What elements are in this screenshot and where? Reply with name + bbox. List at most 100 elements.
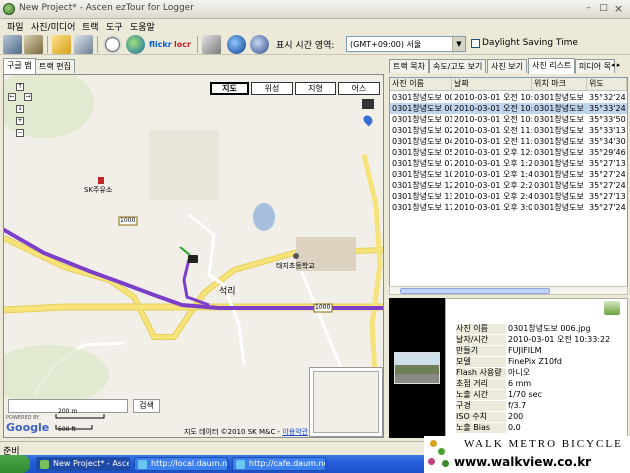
table-row[interactable]: 0301창녕도보 05 2010-03-01 오후 12:2 0301창녕도보 35°…	[390, 147, 627, 158]
chevron-down-icon[interactable]: ▼	[452, 37, 465, 51]
menu-help[interactable]: 도움말	[130, 20, 155, 33]
tab-track-list[interactable]: 트랙 목차	[389, 59, 429, 73]
timezone-select[interactable]: (GMT+09:00) 서울 ▼	[346, 36, 466, 52]
info-key: 초점 거리	[456, 379, 506, 389]
task-browser-local[interactable]: http://local.daum.net -...	[134, 457, 228, 471]
info-key: 날자/시간	[456, 335, 506, 345]
column-header-date[interactable]: 날짜	[452, 78, 532, 91]
title-bar: New Project* - Ascen ezTour for Logger –…	[0, 0, 630, 19]
table-row[interactable]: 0301창녕도보 02 2010-03-01 오전 11:3 0301창녕도보 35°…	[390, 125, 627, 136]
film-icon[interactable]	[362, 99, 374, 109]
table-row[interactable]: 0301창녕도보 12 2010-03-01 오후 2:20 0301창녕도보 35°…	[390, 180, 627, 191]
gas-station-icon[interactable]	[98, 177, 104, 184]
flickr-icon[interactable]: flickr	[149, 35, 172, 54]
flower-icon	[428, 458, 435, 465]
camera-marker-icon[interactable]	[188, 255, 198, 263]
zoom-out-button[interactable]: −	[16, 129, 24, 137]
photo-thumbnail[interactable]	[394, 352, 440, 384]
close-button[interactable]: ×	[612, 3, 625, 16]
photo-arrow-icon	[179, 246, 191, 256]
table-cell: 35°27'24	[589, 181, 626, 190]
globe-icon[interactable]	[126, 35, 145, 54]
map-type-map[interactable]: 지도	[210, 82, 249, 95]
map-type-earth[interactable]: 어스	[338, 82, 380, 95]
info-key: 모델	[456, 357, 506, 367]
google-earth-icon[interactable]	[227, 35, 246, 54]
table-row[interactable]: 0301창녕도보 01 2010-03-01 오전 10:5 0301창녕도보 35°…	[390, 114, 627, 125]
table-row[interactable]: 0301창녕도보 13 2010-03-01 오후 2:44 0301창녕도보 35°…	[390, 191, 627, 202]
column-header-location[interactable]: 위치 마크	[532, 78, 587, 91]
export-icon[interactable]	[250, 35, 269, 54]
map-label-road-2: 1000	[315, 304, 331, 311]
open-folder-icon[interactable]	[52, 35, 71, 54]
toolbar-separator	[197, 36, 198, 53]
start-button[interactable]	[0, 455, 30, 473]
tab-scroll-arrows[interactable]: ◂ ▸	[611, 61, 620, 69]
photo-list-table[interactable]: 사진 이름 날짜 위치 마크 위도 0301창녕도보 00 2010-03-01 …	[389, 77, 628, 295]
table-cell: 2010-03-01 오후 12:2	[454, 148, 532, 157]
map-search-button[interactable]: 검색	[133, 399, 160, 413]
menu-file[interactable]: 파일	[7, 20, 24, 33]
pan-right-button[interactable]: →	[24, 93, 32, 101]
column-header-photo-name[interactable]: 사진 이름	[390, 78, 452, 91]
pan-up-button[interactable]: ↑	[16, 83, 24, 91]
map-view[interactable]: SK주유소 태지초등학교 석리 1000 1000 ↑ ← → ↓ + − 지도…	[3, 74, 384, 438]
recycle-bin-icon[interactable]	[604, 301, 620, 315]
table-cell: 0301창녕도보 00	[392, 104, 452, 113]
table-cell: 0301창녕도보 01	[392, 115, 452, 124]
table-row[interactable]: 0301창녕도보 04 2010-03-01 오전 11:5 0301창녕도보 35°…	[390, 136, 627, 147]
tab-speed-altitude[interactable]: 속도/고도 보기	[429, 59, 487, 73]
table-row[interactable]: 0301창녕도보 17 2010-03-01 오후 3:07 0301창녕도보 35°…	[390, 202, 627, 213]
info-row: 노출 시간 1/70 sec	[446, 390, 627, 400]
map-type-terrain[interactable]: 지형	[295, 82, 336, 95]
menu-photo-media[interactable]: 사진/미디어	[31, 20, 75, 33]
tab-photo-view[interactable]: 사진 보기	[487, 59, 527, 73]
overview-map[interactable]	[309, 367, 383, 437]
tab-track-edit[interactable]: 트랙 편집	[35, 59, 75, 73]
table-cell: 0301창녕도보 02	[392, 126, 452, 135]
tab-google-map[interactable]: 구글 맵	[3, 58, 36, 74]
info-value: 0301창녕도보 006.jpg	[508, 324, 591, 333]
table-row[interactable]: 0301창녕도보 07 2010-03-01 오후 1:21 0301창녕도보 35°…	[390, 158, 627, 169]
school-icon	[293, 253, 299, 259]
locr-icon[interactable]: locr	[174, 35, 194, 54]
tab-photo-list[interactable]: 사진 리스트	[528, 58, 576, 74]
dst-checkbox[interactable]	[471, 39, 480, 48]
scale-label-feet: 500 ft	[58, 426, 76, 433]
task-label: http://local.daum.net -...	[151, 459, 228, 468]
task-browser-cafe[interactable]: http://cafe.daum.net -...	[232, 457, 326, 471]
table-cell: 0301창녕도보	[534, 148, 584, 157]
copyright-text: 지도 데이터 ©2010 SK M&C -	[184, 428, 283, 436]
info-value: 6 mm	[508, 379, 532, 388]
column-header-latitude[interactable]: 위도	[587, 78, 627, 91]
table-cell: 2010-03-01 오후 3:07	[454, 203, 532, 212]
table-cell: 0301창녕도보 00	[392, 93, 452, 102]
save-icon[interactable]	[74, 35, 93, 54]
photo-list-scrollbar[interactable]	[389, 286, 628, 295]
table-row[interactable]: 0301창녕도보 00 2010-03-01 오전 10:3 0301창녕도보 35°…	[390, 103, 627, 114]
app-icon	[3, 3, 15, 15]
table-row[interactable]: 0301창녕도보 10 2010-03-01 오후 1:46 0301창녕도보 35°…	[390, 169, 627, 180]
tab-media-list[interactable]: 미디어 목	[575, 59, 615, 73]
map-copyright: 지도 데이터 ©2010 SK M&C - 이용약관	[184, 427, 308, 437]
device-icon[interactable]	[24, 35, 43, 54]
pan-left-button[interactable]: ←	[8, 93, 16, 101]
minimize-button[interactable]: –	[582, 3, 595, 16]
zoom-in-button[interactable]: +	[16, 117, 24, 125]
map-type-satellite[interactable]: 위성	[251, 82, 293, 95]
print-icon[interactable]	[202, 35, 221, 54]
info-value: 2010-03-01 오전 10:33:22	[508, 335, 611, 344]
toolbar: flickr locr 표시 시간 영역: (GMT+09:00) 서울 ▼ D…	[0, 34, 630, 55]
menu-track[interactable]: 트랙	[82, 20, 99, 33]
import-gps-icon[interactable]	[3, 35, 22, 54]
pan-down-button[interactable]: ↓	[16, 105, 24, 113]
scrollbar-thumb[interactable]	[400, 288, 550, 294]
terms-link[interactable]: 이용약관	[282, 428, 308, 436]
clock-icon[interactable]	[103, 35, 122, 54]
table-cell: 35°33'24	[589, 104, 626, 113]
menu-tools[interactable]: 도구	[106, 20, 123, 33]
table-row[interactable]: 0301창녕도보 00 2010-03-01 오전 10:2 0301창녕도보 35°…	[390, 92, 627, 103]
lake	[253, 203, 275, 231]
task-ascen[interactable]: New Project* - Ascen ...	[36, 457, 130, 471]
maximize-button[interactable]: □	[597, 3, 610, 16]
